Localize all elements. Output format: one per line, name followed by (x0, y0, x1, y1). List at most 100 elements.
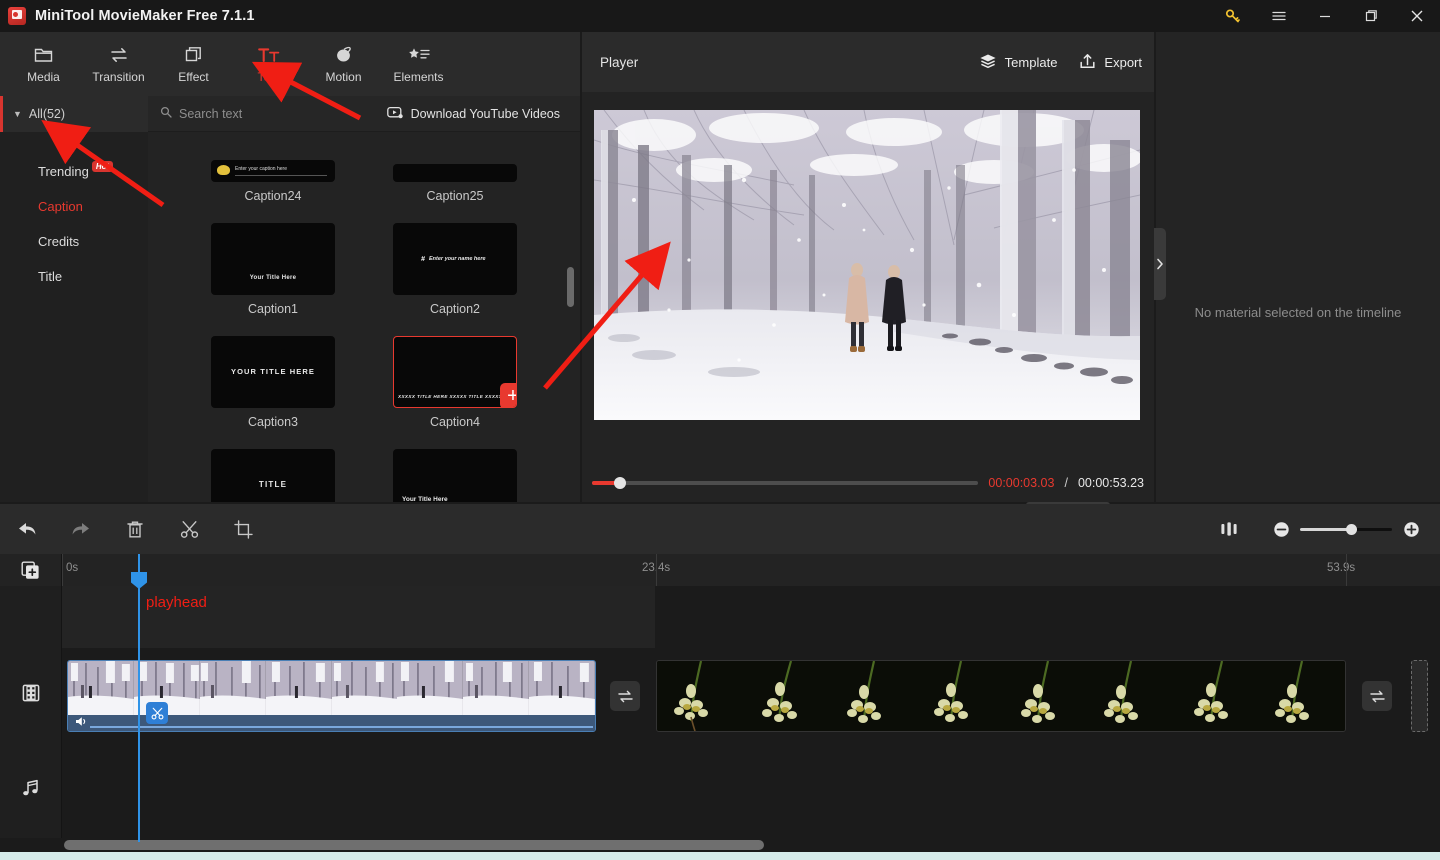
template-label: Caption25 (427, 189, 484, 203)
transition-swap-icon[interactable] (1362, 681, 1392, 711)
search-icon (160, 106, 172, 121)
category-list: Trending Hot Caption Credits Title (0, 132, 148, 502)
current-time: 00:00:03.03 (988, 476, 1054, 490)
template-item[interactable]: Caption25 (364, 132, 546, 223)
text-track-header[interactable] (0, 586, 62, 648)
tab-transition[interactable]: Transition (81, 35, 156, 93)
clip-frame (743, 661, 829, 732)
template-item[interactable]: Your Title Here Enter your text here (364, 449, 546, 502)
panel-collapse-toggle[interactable] (1154, 228, 1166, 300)
video-preview[interactable] (594, 110, 1140, 420)
category-credits[interactable]: Credits (0, 224, 148, 259)
template-item[interactable]: # Enter your name here Caption2 (364, 223, 546, 336)
template-thumbnail: # Enter your name here (393, 223, 517, 295)
zoom-in-button[interactable] (1396, 514, 1426, 544)
video-clip-flowers[interactable] (656, 660, 1346, 732)
transition-swap-icon[interactable] (610, 681, 640, 711)
key-icon[interactable] (1210, 0, 1256, 32)
timeline-ruler[interactable]: 0s 23.4s 53.9s (62, 554, 1440, 586)
video-track-body[interactable] (62, 648, 1440, 743)
template-item[interactable]: TITLE (182, 449, 364, 502)
ruler-label: 53.9s (1327, 562, 1355, 574)
export-button[interactable]: Export (1079, 53, 1142, 72)
title-bar: MiniTool MovieMaker Free 7.1.1 (0, 0, 1440, 32)
tab-media[interactable]: Media (6, 35, 81, 93)
tab-effect[interactable]: Effect (156, 35, 231, 93)
music-note-icon (21, 778, 41, 803)
tab-transition-label: Transition (92, 70, 144, 84)
template-label: Caption4 (430, 415, 480, 429)
close-icon[interactable] (1394, 0, 1440, 32)
template-button[interactable]: Template (979, 53, 1058, 72)
property-panel: No material selected on the timeline (1156, 32, 1440, 502)
split-button[interactable] (162, 504, 216, 554)
clip-audio-waveform (90, 726, 593, 728)
timeline-hscrollbar[interactable] (64, 840, 764, 850)
delete-button[interactable] (108, 504, 162, 554)
minimize-icon[interactable] (1302, 0, 1348, 32)
clip-frame (657, 661, 743, 732)
playhead-annotation-label: playhead (146, 594, 207, 611)
video-clip-snow[interactable] (67, 660, 596, 732)
video-track-header[interactable] (0, 648, 62, 743)
download-youtube-button[interactable]: Download YouTube Videos (387, 106, 580, 122)
total-time: 00:00:53.23 (1078, 476, 1144, 490)
text-track (0, 586, 1440, 648)
audio-track-body[interactable] (62, 743, 1440, 838)
media-folder-icon (34, 45, 53, 65)
fit-to-timeline-icon[interactable] (1214, 514, 1244, 544)
playhead-line (138, 554, 140, 842)
tab-text[interactable]: Text (231, 35, 306, 93)
template-thumbnail: Enter your caption here (211, 160, 335, 182)
all-templates-dropdown[interactable]: ▼ All(52) (0, 96, 148, 132)
zoom-handle[interactable] (1346, 524, 1357, 535)
clip-frame (529, 661, 595, 717)
app-title: MiniTool MovieMaker Free 7.1.1 (35, 8, 255, 24)
template-preview-text: XXXXX TITLE HERE XXXXX TITLE XXXXX TITLE (398, 394, 514, 399)
template-item[interactable]: Enter your caption here Caption24 (182, 132, 364, 223)
category-caption[interactable]: Caption (0, 189, 148, 224)
crop-button[interactable] (216, 504, 270, 554)
template-label: Caption2 (430, 302, 480, 316)
search-text-input[interactable]: Search text (148, 106, 387, 121)
timeline-tracks (0, 586, 1440, 860)
category-title-label: Title (38, 269, 62, 284)
template-item[interactable]: YOUR TITLE HERE Caption3 (182, 336, 364, 449)
template-preview-text: Enter your caption here (235, 166, 287, 172)
template-scrollbar[interactable] (567, 267, 574, 307)
text-track-body[interactable] (62, 586, 1440, 648)
hamburger-menu-icon[interactable] (1256, 0, 1302, 32)
player-title: Player (600, 55, 638, 70)
template-item-selected[interactable]: XXXXX TITLE HERE XXXXX TITLE XXXXX TITLE… (364, 336, 546, 449)
audio-track-header[interactable] (0, 743, 62, 838)
progress-handle[interactable] (614, 477, 626, 489)
template-preview-text: Your Title Here (211, 275, 335, 281)
tab-motion-label: Motion (325, 70, 361, 84)
timeline-end-handle[interactable] (1411, 660, 1428, 732)
split-at-playhead-button[interactable] (146, 702, 168, 724)
template-item[interactable]: Your Title Here Caption1 (182, 223, 364, 336)
clip-frame (915, 661, 1001, 732)
tab-media-label: Media (27, 70, 60, 84)
template-thumbnail: Your Title Here (211, 223, 335, 295)
library-body: Trending Hot Caption Credits Title (0, 132, 580, 502)
tab-motion[interactable]: Motion (306, 35, 381, 93)
timeline-zoom-slider[interactable] (1300, 528, 1392, 531)
preview-frame-image (594, 110, 1140, 420)
category-title[interactable]: Title (0, 259, 148, 294)
zoom-out-button[interactable] (1266, 514, 1296, 544)
player-progress-bar[interactable] (592, 481, 978, 485)
add-template-button[interactable]: + (500, 383, 517, 408)
player-progress-row: 00:00:03.03 / 00:00:53.23 (592, 472, 1144, 494)
transition-arrows-icon (109, 45, 129, 65)
undo-button[interactable] (0, 504, 54, 554)
maximize-icon[interactable] (1348, 0, 1394, 32)
category-trending[interactable]: Trending Hot (0, 154, 148, 189)
tab-elements[interactable]: Elements (381, 35, 456, 93)
zoom-fill (1300, 528, 1352, 531)
add-media-button[interactable] (0, 554, 62, 586)
clip-volume-icon[interactable] (75, 714, 88, 732)
redo-button[interactable] (54, 504, 108, 554)
template-button-label: Template (1005, 55, 1058, 70)
clip-frame (1259, 661, 1345, 732)
